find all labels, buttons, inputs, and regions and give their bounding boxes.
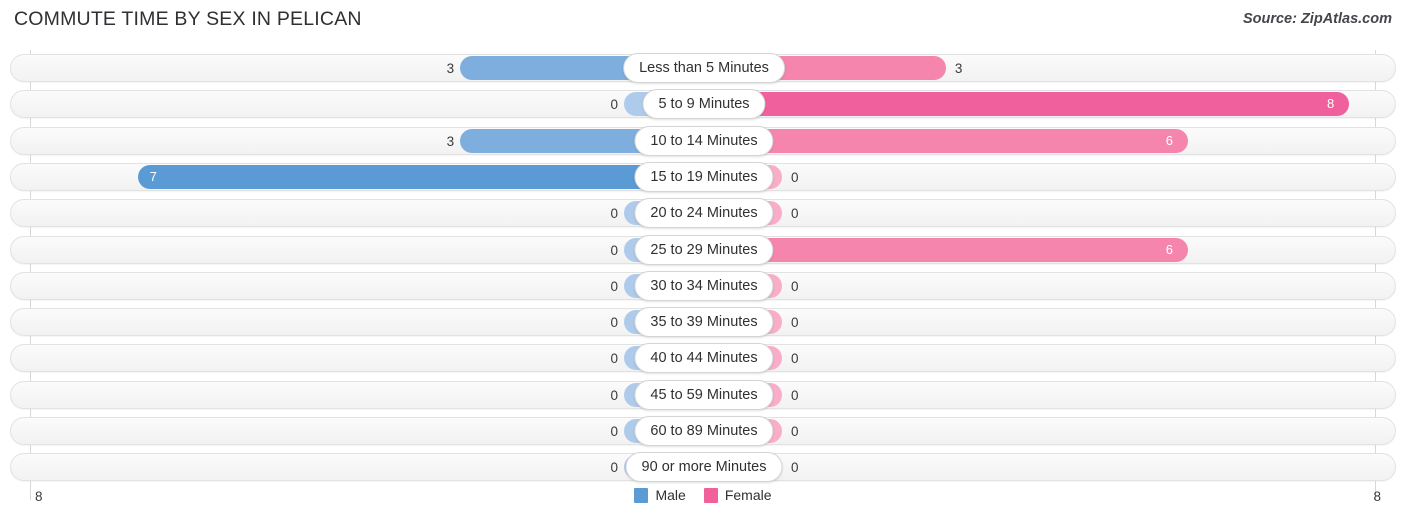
category-label: 90 or more Minutes [625,452,783,483]
bar-value-male: 3 [446,61,455,76]
chart-row-inner: 0 0 90 or more Minutes [11,452,1395,483]
bar-value-female: 0 [791,387,799,403]
chart-row[interactable]: 7 0 15 to 19 Minutes [10,161,1396,192]
category-label: 5 to 9 Minutes [642,89,766,120]
bar-value-female: 0 [791,315,799,331]
chart-row[interactable]: 0 0 30 to 34 Minutes [10,270,1396,301]
chart-row-inner: 0 0 20 to 24 Minutes [11,198,1395,229]
category-label: 40 to 44 Minutes [634,343,774,374]
bar-value-female: 3 [954,61,963,76]
legend-swatch-female-icon [703,487,718,503]
chart-row-inner: 7 0 15 to 19 Minutes [11,161,1395,192]
bar-female[interactable] [704,128,1188,153]
chart-legend: Male Female [0,487,1406,503]
plot-area: 3 3 Less than 5 Minutes 0 8 5 to 9 Minutes 3 6 1… [0,50,1406,500]
chart-row[interactable]: 3 3 Less than 5 Minutes [10,53,1396,83]
category-label: 10 to 14 Minutes [634,125,774,156]
chart-row-inner: 3 6 10 to 14 Minutes [11,125,1395,156]
bar-female[interactable] [704,92,1349,117]
bar-value-female: 0 [791,169,799,185]
category-label: 20 to 24 Minutes [634,198,774,229]
chart-row[interactable]: 0 0 20 to 24 Minutes [10,198,1396,229]
category-label: Less than 5 Minutes [623,53,785,83]
chart-row[interactable]: 0 8 5 to 9 Minutes [10,89,1396,120]
bar-value-male: 0 [610,278,618,294]
legend-item-male[interactable]: Male [634,487,686,503]
bar-value-male: 3 [446,133,455,149]
source-attribution: Source: ZipAtlas.com [1242,11,1392,27]
bar-value-male: 0 [610,242,618,258]
legend-label-male: Male [655,487,686,503]
chart-row[interactable]: 3 6 10 to 14 Minutes [10,125,1396,156]
bar-value-male: 0 [610,351,618,367]
bar-value-male: 0 [610,460,618,476]
bar-value-female: 6 [1165,241,1173,257]
chart-row[interactable]: 0 0 35 to 39 Minutes [10,307,1396,338]
chart-row-inner: 0 0 45 to 59 Minutes [11,379,1395,410]
category-label: 30 to 34 Minutes [634,270,774,301]
chart-row[interactable]: 0 0 40 to 44 Minutes [10,343,1396,374]
legend-item-female[interactable]: Female [703,487,772,503]
chart-row-inner: 0 0 60 to 89 Minutes [11,416,1395,446]
bar-value-male: 0 [610,97,618,113]
bar-value-female: 0 [791,206,799,222]
category-label: 15 to 19 Minutes [634,161,774,192]
bar-value-male: 0 [610,424,618,439]
bar-value-male: 0 [610,315,618,331]
bar-value-male: 0 [610,387,618,403]
chart-row-inner: 3 3 Less than 5 Minutes [11,53,1395,83]
legend-swatch-male-icon [634,487,649,503]
chart-row[interactable]: 0 6 25 to 29 Minutes [10,234,1396,265]
bar-value-female: 0 [791,424,799,439]
bar-value-female: 0 [791,460,799,476]
chart-row-inner: 0 8 5 to 9 Minutes [11,89,1395,120]
legend-label-female: Female [724,487,772,503]
chart-row-inner: 0 0 35 to 39 Minutes [11,307,1395,338]
chart-row-inner: 0 0 40 to 44 Minutes [11,343,1395,374]
chart-row[interactable]: 0 0 60 to 89 Minutes [10,416,1396,446]
bar-male[interactable] [137,164,702,189]
bar-value-female: 6 [1165,132,1173,148]
category-label: 35 to 39 Minutes [634,307,774,338]
chart-root: COMMUTE TIME BY SEX IN PELICAN Source: Z… [0,0,1406,522]
category-label: 25 to 29 Minutes [634,234,774,265]
bar-value-female: 0 [791,351,799,367]
chart-row-inner: 0 6 25 to 29 Minutes [11,234,1395,265]
bar-value-female: 8 [1327,96,1335,112]
category-label: 45 to 59 Minutes [634,379,774,410]
chart-row[interactable]: 0 0 45 to 59 Minutes [10,379,1396,410]
bar-value-male: 0 [610,206,618,222]
page-title: COMMUTE TIME BY SEX IN PELICAN [14,8,362,30]
category-label: 60 to 89 Minutes [634,416,774,446]
chart-row[interactable]: 0 0 90 or more Minutes [10,452,1396,483]
chart-row-inner: 0 0 30 to 34 Minutes [11,270,1395,301]
bar-value-female: 0 [791,278,799,294]
bar-value-male: 7 [149,168,157,184]
bar-female[interactable] [704,237,1188,262]
